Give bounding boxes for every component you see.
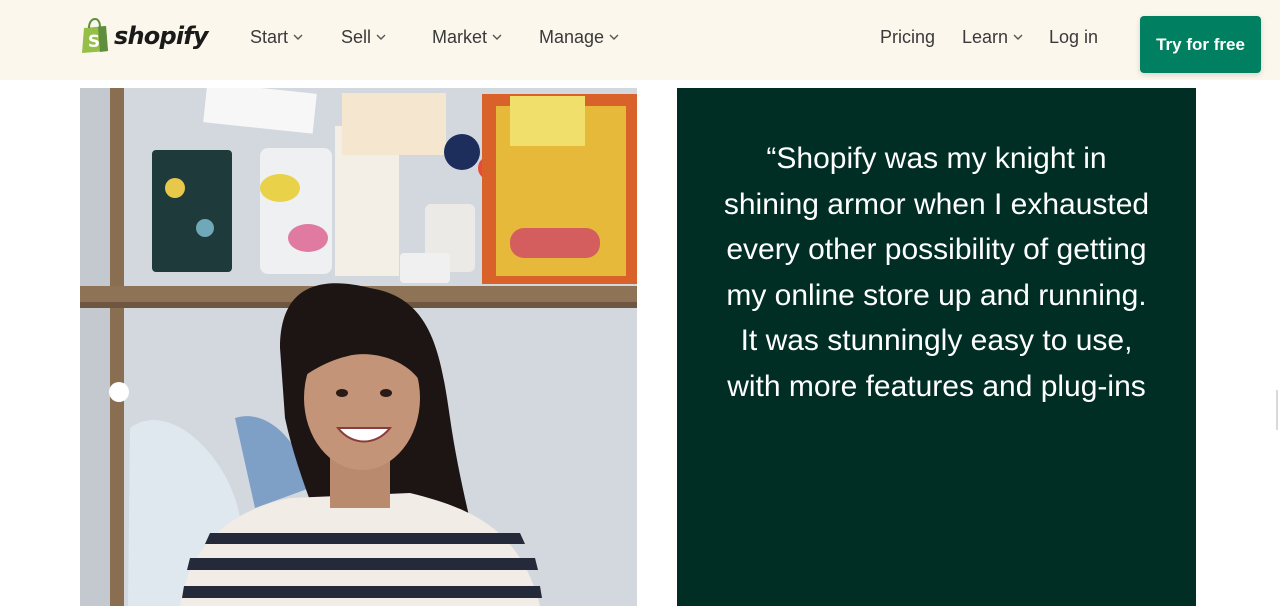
nav-login-label: Log in xyxy=(1049,26,1099,47)
svg-text:S: S xyxy=(88,32,100,52)
nav-manage-label: Manage xyxy=(539,26,605,47)
testimonial-panel: “Shopify was my knight in shining armor … xyxy=(677,88,1196,606)
chevron-down-icon xyxy=(293,34,303,40)
merchant-photo xyxy=(80,88,637,606)
nav-manage[interactable]: Manage xyxy=(539,26,620,48)
scrollbar-thumb[interactable] xyxy=(1276,390,1278,430)
nav-start-label: Start xyxy=(250,26,289,47)
nav-pricing-label: Pricing xyxy=(880,26,936,47)
shopify-logo[interactable]: S shopify xyxy=(80,17,209,55)
nav-pricing[interactable]: Pricing xyxy=(880,26,935,48)
nav-start[interactable]: Start xyxy=(250,26,304,48)
chevron-down-icon xyxy=(492,34,502,40)
nav-sell[interactable]: Sell xyxy=(341,26,387,48)
top-navigation-bar: S shopify Start Sell Market Manage Prici… xyxy=(0,0,1280,80)
nav-sell-label: Sell xyxy=(341,26,372,47)
nav-market[interactable]: Market xyxy=(432,26,503,48)
try-for-free-button[interactable]: Try for free xyxy=(1140,16,1261,73)
chevron-down-icon xyxy=(609,34,619,40)
nav-market-label: Market xyxy=(432,26,488,47)
logo-text: shopify xyxy=(114,22,209,50)
chevron-down-icon xyxy=(376,34,386,40)
shopping-bag-icon: S xyxy=(82,18,108,53)
merchant-portrait-illustration xyxy=(80,88,637,606)
nav-login[interactable]: Log in xyxy=(1049,26,1098,48)
nav-learn[interactable]: Learn xyxy=(962,26,1024,48)
chevron-down-icon xyxy=(1013,34,1023,40)
testimonial-quote: “Shopify was my knight in shining armor … xyxy=(723,142,1150,403)
nav-learn-label: Learn xyxy=(962,26,1009,47)
